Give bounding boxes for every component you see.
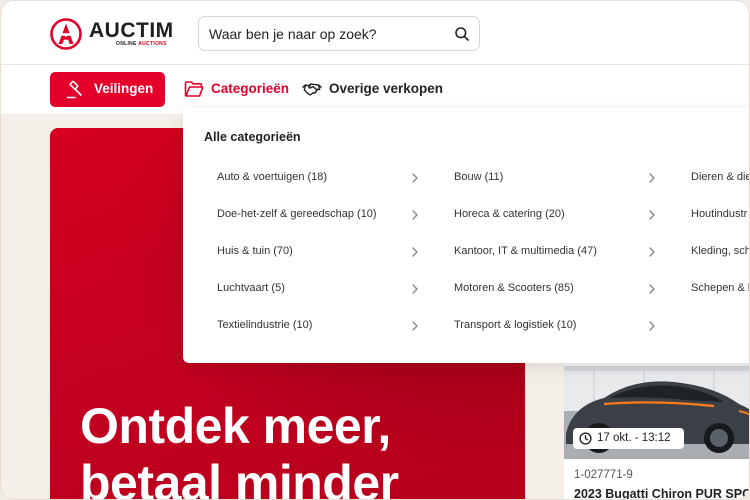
chevron-right-icon — [412, 321, 418, 331]
nav-veilingen-button[interactable]: Veilingen — [50, 72, 165, 107]
category-label: Bouw (11) — [454, 171, 504, 183]
hero-title-line1: Ontdek meer, — [80, 398, 391, 454]
logo-tagline-auctions: AUCTIONS — [138, 41, 167, 47]
chevron-right-icon — [649, 321, 655, 331]
hero-title: Ontdek meer, betaal minder — [80, 398, 399, 500]
handshake-icon — [302, 83, 322, 96]
chevron-right-icon — [412, 173, 418, 183]
auctim-logo-icon — [50, 18, 82, 50]
logo-wordmark: AUCTIM — [89, 19, 174, 42]
lot-card[interactable]: 17 okt. - 13:12 1-027771-9 2023 Bugatti … — [564, 356, 749, 499]
category-label: Huis & tuin (70) — [217, 245, 293, 257]
main-nav: Veilingen Categorieën Overige verkopen — [1, 65, 749, 114]
category-label: Horeca & catering (20) — [454, 208, 565, 220]
chevron-right-icon — [649, 247, 655, 257]
category-label: Dieren & die — [691, 171, 750, 183]
category-item[interactable]: Auto & voertuigen (18) — [217, 168, 427, 188]
category-item[interactable]: Textielindustrie (10) — [217, 316, 427, 336]
category-label: Kleding, sch — [691, 245, 750, 257]
site-header: AUCTIM ONLINE AUCTIONS — [1, 1, 749, 65]
folder-icon — [184, 81, 204, 97]
lot-card-image[interactable]: 17 okt. - 13:12 — [564, 356, 749, 459]
search-icon[interactable] — [454, 26, 470, 42]
category-label: Kantoor, IT & multimedia (47) — [454, 245, 597, 257]
category-item[interactable]: Doe-het-zelf & gereedschap (10) — [217, 205, 427, 225]
category-label: Auto & voertuigen (18) — [217, 171, 328, 183]
logo-tagline-online: ONLINE — [116, 41, 137, 47]
auctim-logo[interactable]: AUCTIM ONLINE AUCTIONS — [50, 18, 175, 50]
nav-categorieen-label: Categorieën — [211, 81, 290, 96]
category-label: Schepen & b — [691, 282, 750, 294]
category-item[interactable]: Motoren & Scooters (85) — [454, 279, 664, 299]
category-item[interactable]: Horeca & catering (20) — [454, 205, 664, 225]
chevron-right-icon — [412, 247, 418, 257]
category-item[interactable]: Dieren & die — [691, 168, 750, 188]
chevron-right-icon — [649, 210, 655, 220]
search-input[interactable] — [209, 24, 439, 44]
search-box[interactable] — [198, 16, 480, 51]
lot-id: 1-027771-9 — [574, 469, 633, 481]
category-label: Motoren & Scooters (85) — [454, 282, 574, 294]
category-label: Houtindustr — [691, 208, 748, 220]
gavel-icon — [66, 80, 82, 99]
category-item[interactable]: Luchtvaart (5) — [217, 279, 427, 299]
lot-title[interactable]: 2023 Bugatti Chiron PUR SPORT — [574, 487, 749, 499]
category-item[interactable]: Houtindustr — [691, 205, 749, 225]
category-item[interactable]: Schepen & b — [691, 279, 750, 299]
chevron-right-icon — [649, 284, 655, 294]
category-item[interactable]: Transport & logistiek (10) — [454, 316, 664, 336]
category-label: Luchtvaart (5) — [217, 282, 285, 294]
category-item[interactable]: Huis & tuin (70) — [217, 242, 427, 262]
category-item[interactable]: Bouw (11) — [454, 168, 664, 188]
hero-title-line2: betaal minder — [80, 455, 399, 500]
category-item[interactable]: Kleding, sch — [691, 242, 750, 262]
clock-icon — [579, 432, 592, 445]
chevron-right-icon — [412, 210, 418, 220]
lot-date-text: 17 okt. - 13:12 — [597, 432, 671, 444]
nav-veilingen-label: Veilingen — [94, 81, 154, 96]
lot-closing-date: 17 okt. - 13:12 — [573, 428, 684, 449]
category-label: Doe-het-zelf & gereedschap (10) — [217, 208, 377, 220]
categories-dropdown: Alle categorieën Auto & voertuigen (18) D… — [183, 108, 750, 363]
app-frame: AUCTIM ONLINE AUCTIONS Veilingen — [0, 0, 750, 500]
chevron-right-icon — [412, 284, 418, 294]
category-label: Transport & logistiek (10) — [454, 319, 577, 331]
logo-tagline: ONLINE AUCTIONS — [116, 41, 167, 47]
dropdown-title: Alle categorieën — [204, 130, 301, 144]
nav-overige-label: Overige verkopen — [329, 81, 444, 96]
category-label: Textielindustrie (10) — [217, 319, 313, 331]
chevron-right-icon — [649, 173, 655, 183]
category-item[interactable]: Kantoor, IT & multimedia (47) — [454, 242, 664, 262]
